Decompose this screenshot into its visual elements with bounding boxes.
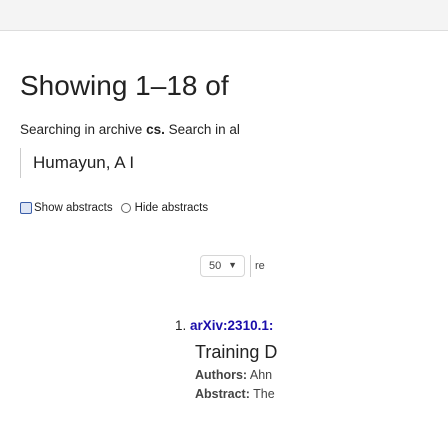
top-bar — [0, 0, 448, 31]
show-abstracts-label[interactable]: Show abstracts — [34, 202, 113, 214]
show-abstracts-checkbox[interactable] — [20, 202, 32, 214]
results-controls: 50 ▼ re — [200, 255, 265, 277]
result-number: 1. — [175, 318, 187, 333]
page-size-select[interactable]: 50 ▼ — [200, 255, 245, 277]
chevron-down-icon: ▼ — [228, 260, 237, 270]
author-link[interactable]: Ahn — [250, 368, 272, 382]
page-size-value: 50 — [209, 260, 222, 272]
archive-name: cs. — [146, 122, 165, 137]
search-query-text: Humayun, A I — [33, 153, 135, 172]
result-authors: Authors: Ahn — [195, 368, 272, 382]
search-scope-text: Searching in archive cs. Search in al — [20, 122, 240, 137]
results-per-page-label: re — [250, 255, 265, 277]
search-all-link[interactable]: Search in al — [165, 122, 240, 137]
search-query-display: Humayun, A I — [20, 148, 448, 178]
result-title: Training D — [195, 342, 278, 362]
page: Showing 1–18 of Searching in archive cs.… — [0, 0, 448, 448]
hide-abstracts-radio[interactable] — [120, 203, 131, 213]
authors-label: Authors: — [195, 368, 248, 382]
hide-abstracts-label[interactable]: Hide abstracts — [135, 202, 209, 214]
result-abstract: Abstract: The — [195, 387, 275, 401]
search-scope-prefix: Searching in archive — [20, 122, 147, 137]
result-item: 1. arXiv:2310.1: Training D Authors: Ahn… — [175, 318, 448, 401]
abstract-label: Abstract: — [195, 387, 250, 401]
abstract-text: The — [253, 387, 275, 401]
abstract-toggle: Show abstracts Hide abstracts — [20, 202, 208, 214]
arxiv-id-link[interactable]: arXiv:2310.1: — [190, 318, 273, 333]
result-id-line: 1. arXiv:2310.1: — [175, 318, 448, 333]
results-heading: Showing 1–18 of — [20, 70, 229, 101]
